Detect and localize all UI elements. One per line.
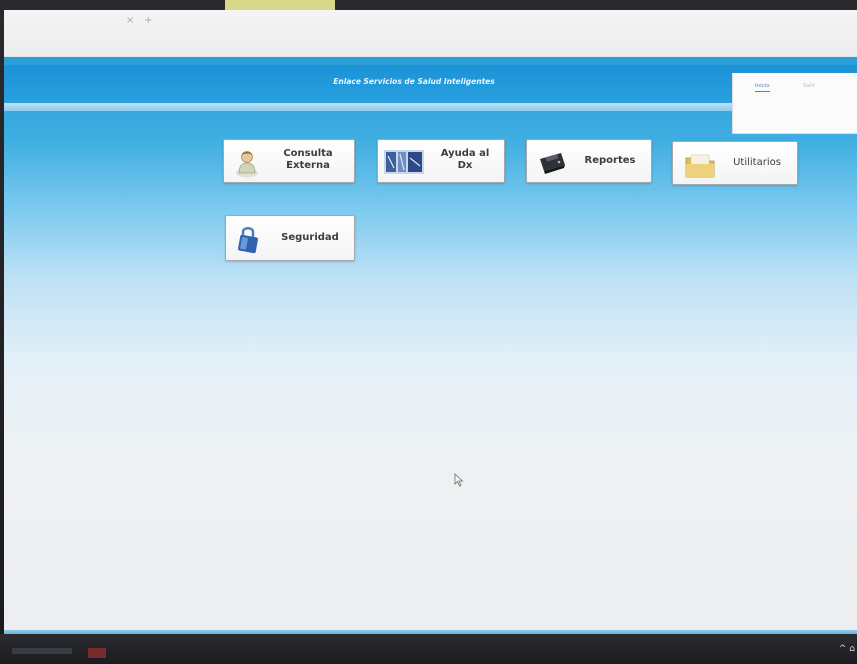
consulta-externa-label: Consulta Externa	[268, 148, 348, 172]
diagnosis-image-icon	[384, 150, 424, 174]
taskbar: ^ ⌂	[0, 634, 857, 664]
monitor-frame: × + Enlace Servicios de Salud Inteligent…	[0, 0, 857, 664]
utilitarios-label: Utilitarios	[733, 157, 781, 168]
consulta-externa-line2: Externa	[286, 160, 330, 171]
taskbar-app-icon[interactable]	[88, 648, 106, 658]
tab-close-icon[interactable]: ×	[126, 15, 134, 26]
ayuda-dx-line2: Dx	[457, 160, 473, 171]
app-title: Enlace Servicios de Salud Inteligentes	[333, 77, 495, 86]
new-tab-icon[interactable]: +	[144, 15, 152, 26]
mouse-cursor-icon	[454, 473, 464, 487]
screen: × + Enlace Servicios de Salud Inteligent…	[4, 10, 857, 644]
browser-toolbar: × +	[4, 10, 857, 57]
user-panel: Inicio Salir	[732, 73, 857, 134]
ayuda-dx-line1: Ayuda al	[440, 148, 490, 159]
ayuda-dx-button[interactable]: Ayuda al Dx	[377, 139, 505, 183]
app-page: Enlace Servicios de Salud Inteligentes I…	[4, 57, 857, 644]
taskbar-item[interactable]	[12, 648, 72, 654]
ayuda-dx-label: Ayuda al Dx	[430, 148, 500, 172]
lock-icon	[238, 227, 258, 254]
printer-icon	[540, 153, 565, 174]
folder-icon	[685, 154, 715, 178]
reportes-button[interactable]: Reportes	[526, 139, 652, 183]
header-underline	[4, 103, 857, 111]
logout-link[interactable]: Salir	[803, 83, 815, 89]
utilitarios-button[interactable]: Utilitarios	[672, 141, 798, 185]
consulta-externa-line1: Consulta	[283, 148, 333, 159]
system-tray[interactable]: ^ ⌂	[839, 644, 855, 654]
reportes-label: Reportes	[584, 155, 636, 166]
home-link[interactable]: Inicio	[755, 83, 770, 92]
user-icon	[236, 151, 258, 178]
seguridad-button[interactable]: Seguridad	[225, 215, 355, 261]
consulta-externa-button[interactable]: Consulta Externa	[223, 139, 355, 183]
seguridad-label: Seguridad	[281, 232, 339, 243]
